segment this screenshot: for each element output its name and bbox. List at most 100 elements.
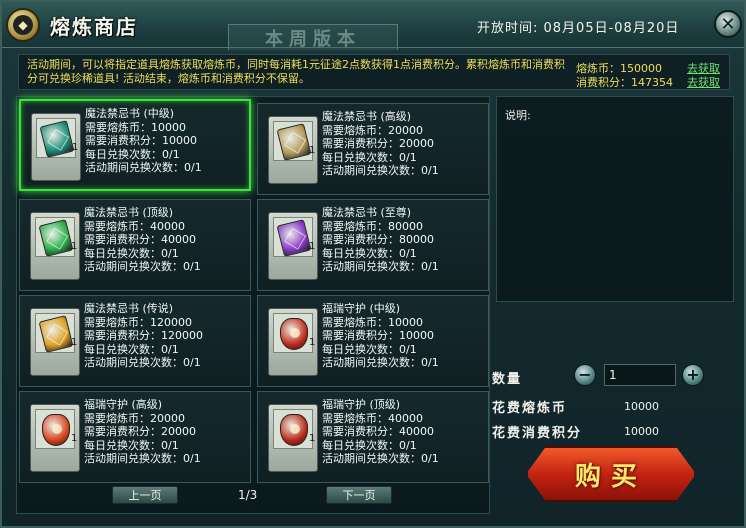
item-daily-limit: 每日兑换次数：0/1 xyxy=(84,246,179,260)
item-info: 魔法禁忌书 (至尊) 需要熔炼币：80000 需要消费积分：80000 每日兑换次数：… xyxy=(322,206,439,274)
item-card[interactable]: 1 魔法禁忌书 (中级) 需要熔炼币：10000 需要消费积分：10000 每日兑换次数… xyxy=(19,99,251,191)
description-label: 说明: xyxy=(505,109,531,122)
points-balance: 消费积分：147354 xyxy=(576,74,673,90)
item-count: 1 xyxy=(309,145,316,156)
item-coin-cost: 需要熔炼币：40000 xyxy=(322,411,423,425)
item-daily-limit: 每日兑换次数：0/1 xyxy=(322,342,417,356)
item-card[interactable]: 1 魔法禁忌书 (高级) 需要熔炼币：20000 需要消费积分：20000 每日兑换次数… xyxy=(257,103,489,195)
item-points-cost: 需要消费积分：120000 xyxy=(84,329,203,343)
item-name: 魔法禁忌书 (传说) xyxy=(84,302,174,315)
item-event-limit: 活动期间兑换次数：0/1 xyxy=(322,164,439,178)
window-title: 熔炼商店 xyxy=(50,15,138,39)
amulet-icon xyxy=(280,318,308,350)
item-points-cost: 需要消费积分：40000 xyxy=(322,425,434,439)
item-slot[interactable]: 1 xyxy=(268,116,318,184)
item-card[interactable]: 1 福瑞守护 (高级) 需要熔炼币：20000 需要消费积分：20000 每日兑换次数：… xyxy=(19,391,251,483)
item-info: 魔法禁忌书 (高级) 需要熔炼币：20000 需要消费积分：20000 每日兑换次数：… xyxy=(322,110,439,178)
item-points-cost: 需要消费积分：20000 xyxy=(84,425,196,439)
item-slot[interactable]: 1 xyxy=(30,212,80,280)
item-daily-limit: 每日兑换次数：0/1 xyxy=(322,150,417,164)
item-info: 魔法禁忌书 (传说) 需要熔炼币：120000 需要消费积分：120000 每日兑换次… xyxy=(84,302,203,370)
item-card[interactable]: 1 魔法禁忌书 (传说) 需要熔炼币：120000 需要消费积分：120000 每日兑换… xyxy=(19,295,251,387)
get-points-link[interactable]: 去获取 xyxy=(687,74,720,90)
title-bar: ◆ 熔炼商店 本周版本 开放时间: 08月05日-08月20日 ✕ xyxy=(2,2,744,50)
item-card[interactable]: 1 福瑞守护 (中级) 需要熔炼币：10000 需要消费积分：10000 每日兑换次数：… xyxy=(257,295,489,387)
smelting-shop-window: ◆ 熔炼商店 本周版本 开放时间: 08月05日-08月20日 ✕ 活动期间，可… xyxy=(0,0,746,528)
item-card[interactable]: 1 魔法禁忌书 (顶级) 需要熔炼币：40000 需要消费积分：40000 每日兑换次数… xyxy=(19,199,251,291)
points-label: 消费积分： xyxy=(576,76,631,89)
item-slot[interactable]: 1 xyxy=(268,308,318,376)
item-count: 1 xyxy=(309,337,316,348)
item-daily-limit: 每日兑换次数：0/1 xyxy=(84,438,179,452)
points-value: 147354 xyxy=(631,76,673,89)
item-points-cost: 需要消费积分：10000 xyxy=(85,134,197,148)
item-event-limit: 活动期间兑换次数：0/1 xyxy=(84,452,201,466)
item-name: 魔法禁忌书 (中级) xyxy=(85,107,175,120)
coin-cost-value: 10000 xyxy=(624,400,659,413)
close-icon: ✕ xyxy=(720,13,736,35)
spell-book-icon xyxy=(39,120,75,158)
quantity-plus-button[interactable]: + xyxy=(682,364,704,386)
item-name: 福瑞守护 (顶级) xyxy=(322,398,401,411)
points-cost-label: 花费消费积分 xyxy=(492,426,583,441)
item-event-limit: 活动期间兑换次数：0/1 xyxy=(322,260,439,274)
open-time: 开放时间: 08月05日-08月20日 xyxy=(477,21,680,36)
event-notice: 活动期间，可以将指定道具熔炼获取熔炼币，同时每消耗1元征途2点数获得1点消费积分… xyxy=(18,54,730,90)
item-name: 福瑞守护 (中级) xyxy=(322,302,401,315)
item-icon-frame xyxy=(35,217,75,257)
quantity-label: 数量 xyxy=(492,372,523,387)
item-coin-cost: 需要熔炼币：80000 xyxy=(322,219,423,233)
quantity-input[interactable] xyxy=(604,364,676,386)
item-card[interactable]: 1 魔法禁忌书 (至尊) 需要熔炼币：80000 需要消费积分：80000 每日兑换次数… xyxy=(257,199,489,291)
item-count: 1 xyxy=(309,241,316,252)
amulet-icon xyxy=(280,414,308,446)
item-slot[interactable]: 1 xyxy=(268,212,318,280)
item-event-limit: 活动期间兑换次数：0/1 xyxy=(322,452,439,466)
spell-book-icon xyxy=(38,219,74,257)
buy-button[interactable]: 购买 xyxy=(526,446,696,502)
next-page-button[interactable]: 下一页 xyxy=(326,486,392,504)
page-indicator: 1/3 xyxy=(238,488,258,502)
close-button[interactable]: ✕ xyxy=(714,10,742,38)
item-name: 魔法禁忌书 (顶级) xyxy=(84,206,174,219)
item-points-cost: 需要消费积分：10000 xyxy=(322,329,434,343)
item-slot[interactable]: 1 xyxy=(268,404,318,472)
item-count: 1 xyxy=(71,337,78,348)
spell-book-icon xyxy=(38,315,74,353)
prev-page-button[interactable]: 上一页 xyxy=(112,486,178,504)
item-icon-frame xyxy=(273,313,313,353)
item-coin-cost: 需要熔炼币：10000 xyxy=(85,120,186,134)
item-info: 福瑞守护 (顶级) 需要熔炼币：40000 需要消费积分：40000 每日兑换次数：0… xyxy=(322,398,439,466)
item-name: 福瑞守护 (高级) xyxy=(84,398,163,411)
item-info: 魔法禁忌书 (中级) 需要熔炼币：10000 需要消费积分：10000 每日兑换次数：… xyxy=(85,107,202,175)
item-slot[interactable]: 1 xyxy=(30,308,80,376)
item-event-limit: 活动期间兑换次数：0/1 xyxy=(84,356,201,370)
item-event-limit: 活动期间兑换次数：0/1 xyxy=(84,260,201,274)
item-event-limit: 活动期间兑换次数：0/1 xyxy=(322,356,439,370)
goods-grid: 1 魔法禁忌书 (中级) 需要熔炼币：10000 需要消费积分：10000 每日兑换次数… xyxy=(16,96,490,514)
spell-book-icon xyxy=(276,219,312,257)
item-daily-limit: 每日兑换次数：0/1 xyxy=(322,246,417,260)
plus-icon: + xyxy=(686,365,700,384)
spell-book-icon xyxy=(276,123,312,161)
item-count: 1 xyxy=(72,142,79,153)
minus-icon: − xyxy=(578,365,592,384)
notice-text: 活动期间，可以将指定道具熔炼获取熔炼币，同时每消耗1元征途2点数获得1点消费积分… xyxy=(27,58,565,85)
item-slot[interactable]: 1 xyxy=(31,113,81,181)
item-coin-cost: 需要熔炼币：40000 xyxy=(84,219,185,233)
points-cost-value: 10000 xyxy=(624,425,659,438)
item-coin-cost: 需要熔炼币：10000 xyxy=(322,315,423,329)
item-slot[interactable]: 1 xyxy=(30,404,80,472)
quantity-minus-button[interactable]: − xyxy=(574,364,596,386)
item-card[interactable]: 1 福瑞守护 (顶级) 需要熔炼币：40000 需要消费积分：40000 每日兑换次数：… xyxy=(257,391,489,483)
item-icon-frame xyxy=(273,121,313,161)
deco-plaque: 本周版本 xyxy=(228,24,398,50)
item-name: 魔法禁忌书 (高级) xyxy=(322,110,412,123)
item-count: 1 xyxy=(309,433,316,444)
item-icon-frame xyxy=(273,217,313,257)
item-coin-cost: 需要熔炼币：20000 xyxy=(322,123,423,137)
description-panel: 说明: xyxy=(496,96,734,302)
item-daily-limit: 每日兑换次数：0/1 xyxy=(84,342,179,356)
shop-emblem-icon: ◆ xyxy=(6,8,40,42)
item-coin-cost: 需要熔炼币：120000 xyxy=(84,315,192,329)
